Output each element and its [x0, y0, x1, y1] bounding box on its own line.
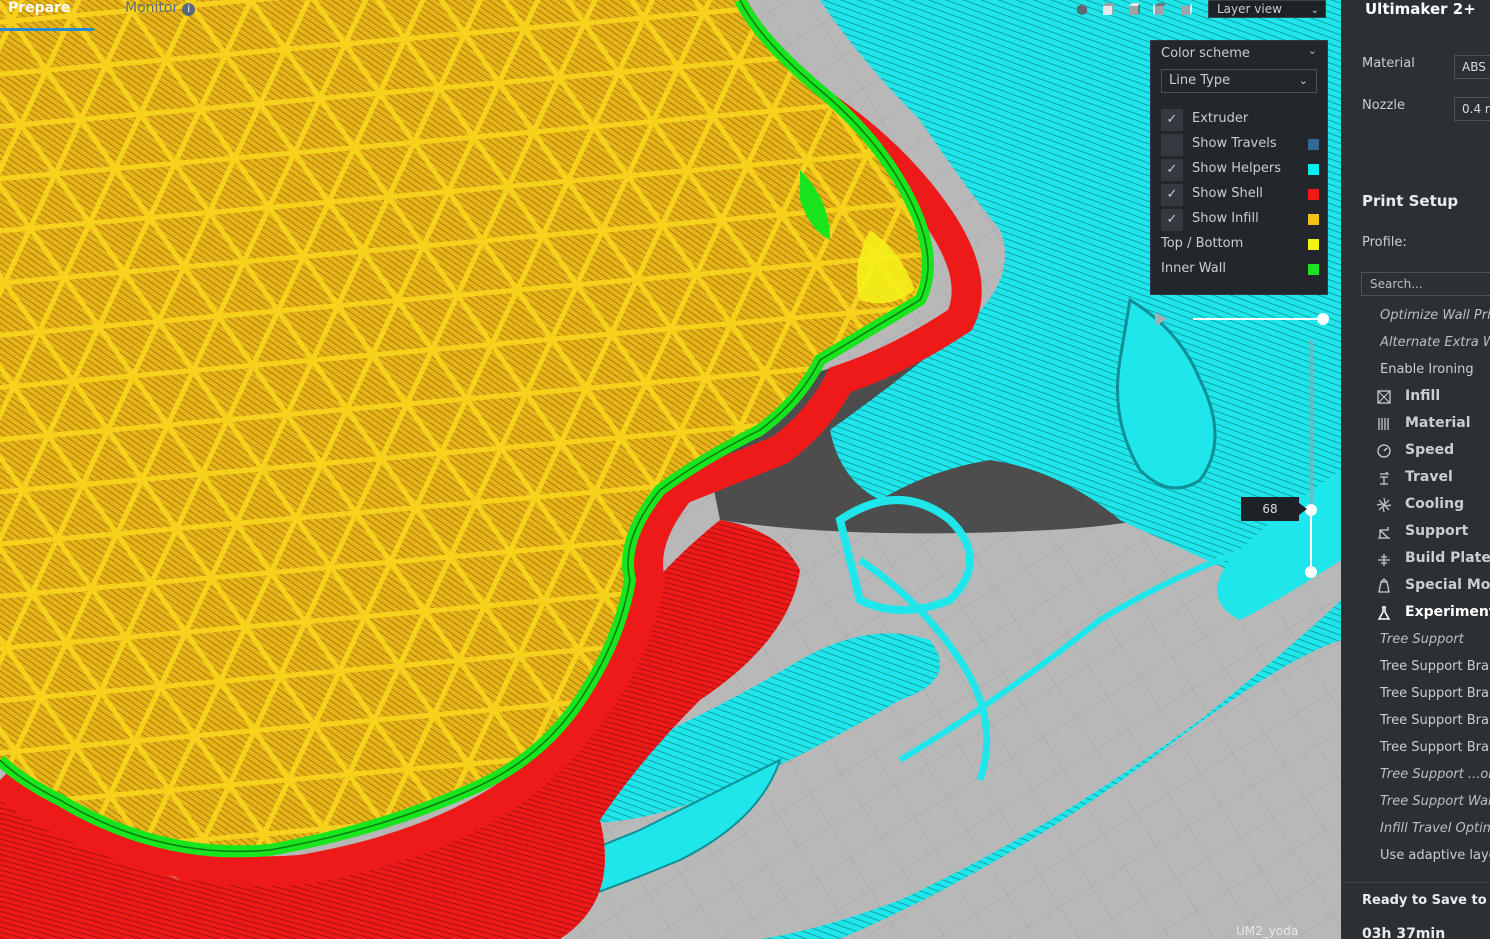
layer-render — [0, 0, 1341, 939]
nozzle-select[interactable]: 0.4 m — [1454, 97, 1490, 121]
legend-color-swatch — [1308, 239, 1319, 250]
legend-checkbox[interactable]: ✓ — [1161, 184, 1183, 206]
speed-icon — [1376, 443, 1392, 459]
settings-search-input[interactable]: Search... — [1361, 272, 1490, 296]
view-toolbar — [1073, 0, 1195, 18]
chevron-down-icon: ⌄ — [1298, 74, 1308, 87]
layer-slider-track[interactable] — [1309, 340, 1313, 510]
legend-label: Show Travels — [1192, 136, 1277, 151]
left-view-icon[interactable] — [1151, 0, 1169, 18]
category-label: Support — [1405, 523, 1469, 539]
object-name: UM2_yoda — [1236, 924, 1299, 938]
setting-item[interactable]: Tree Support — [1380, 632, 1464, 647]
special-modes-icon — [1376, 578, 1392, 594]
setting-item[interactable]: Infill Travel Optimiz — [1380, 821, 1490, 836]
experimental-icon — [1376, 605, 1392, 621]
legend-row[interactable]: ✓ Extruder — [1161, 109, 1319, 131]
tab-active-underline — [0, 28, 94, 31]
settings-sidebar: Ultimaker 2+ Material ABS Nozzle 0.4 m P… — [1341, 0, 1490, 939]
legend-color-swatch — [1308, 164, 1319, 175]
info-icon: i — [182, 3, 196, 16]
legend-label: Show Infill — [1192, 211, 1259, 226]
setting-item[interactable]: Tree Support Bra... — [1380, 740, 1490, 755]
legend-label: Show Shell — [1192, 186, 1263, 201]
category-label: Travel — [1405, 469, 1453, 485]
cooling-icon — [1376, 497, 1392, 513]
color-scheme-select[interactable]: Line Type ⌄ — [1161, 69, 1317, 93]
print-setup-heading: Print Setup — [1362, 192, 1459, 210]
legend-color-swatch — [1308, 264, 1319, 275]
legend-row: Top / Bottom — [1161, 234, 1319, 256]
tab-prepare[interactable]: Prepare — [8, 0, 71, 16]
path-slider-handle[interactable] — [1317, 313, 1329, 325]
print-time: 03h 37min — [1362, 926, 1446, 939]
build-plate-icon — [1376, 551, 1392, 567]
chevron-down-icon[interactable]: ⌄ — [1308, 44, 1317, 57]
setting-item[interactable]: Enable Ironing — [1380, 362, 1474, 377]
sidebar-divider — [1341, 882, 1490, 883]
material-label: Material — [1362, 56, 1415, 71]
category-label: Experimenta — [1405, 604, 1490, 620]
current-layer-input[interactable]: 68 — [1241, 497, 1307, 521]
printer-name[interactable]: Ultimaker 2+ — [1365, 0, 1476, 18]
view-mode-select[interactable]: Layer view ⌄ — [1208, 0, 1326, 18]
path-slider-track[interactable] — [1193, 318, 1323, 320]
legend-color-swatch — [1308, 214, 1319, 225]
legend-row[interactable]: Show Travels — [1161, 134, 1319, 156]
layer-viewport[interactable] — [0, 0, 1341, 939]
category-label: Special Mode — [1405, 577, 1490, 593]
color-scheme-title: Color scheme — [1161, 46, 1250, 61]
tab-monitor[interactable]: Monitor i — [125, 0, 196, 16]
legend-checkbox[interactable]: ✓ — [1161, 209, 1183, 231]
category-label: Cooling — [1405, 496, 1465, 512]
legend-checkbox[interactable] — [1161, 134, 1183, 156]
3d-view-icon[interactable] — [1073, 0, 1091, 18]
travel-icon — [1376, 470, 1392, 486]
legend-label: Top / Bottom — [1161, 236, 1244, 251]
legend-row[interactable]: ✓ Show Shell — [1161, 184, 1319, 206]
legend-row[interactable]: ✓ Show Helpers — [1161, 159, 1319, 181]
front-view-icon[interactable] — [1099, 0, 1117, 18]
nozzle-label: Nozzle — [1362, 98, 1405, 113]
tab-prepare-label: Prepare — [8, 0, 71, 16]
tab-monitor-label: Monitor — [125, 0, 179, 16]
setting-item[interactable]: Tree Support Bran — [1380, 686, 1490, 701]
material-icon — [1376, 416, 1392, 432]
category-label: Infill — [1405, 388, 1441, 404]
legend-row[interactable]: ✓ Show Infill — [1161, 209, 1319, 231]
setting-item[interactable]: Tree Support ...on R — [1380, 767, 1490, 782]
setting-item[interactable]: Optimize Wall Printi — [1380, 308, 1490, 323]
legend-color-swatch — [1308, 189, 1319, 200]
top-view-icon[interactable] — [1125, 0, 1143, 18]
save-status: Ready to Save to File — [1362, 893, 1490, 908]
setting-item[interactable]: Tree Support Bran — [1380, 659, 1490, 674]
setting-item[interactable]: Alternate Extra Wall — [1380, 335, 1490, 350]
setting-item[interactable]: Use adaptive layer — [1380, 848, 1490, 863]
layer-play-icon[interactable] — [1155, 312, 1167, 326]
right-view-icon[interactable] — [1177, 0, 1195, 18]
category-label: Speed — [1405, 442, 1455, 458]
legend-label: Inner Wall — [1161, 261, 1226, 276]
legend-checkbox[interactable]: ✓ — [1161, 109, 1183, 131]
view-mode-value: Layer view — [1217, 2, 1282, 16]
setting-item[interactable]: Tree Support Bran — [1380, 713, 1490, 728]
infill-icon — [1376, 389, 1392, 405]
color-scheme-select-value: Line Type — [1169, 73, 1231, 88]
category-label: Material — [1405, 415, 1471, 431]
setting-item[interactable]: Tree Support Wall T — [1380, 794, 1490, 809]
legend-row: Inner Wall — [1161, 259, 1319, 281]
layer-slider-range — [1310, 510, 1312, 572]
chevron-down-icon: ⌄ — [1310, 5, 1319, 16]
material-select[interactable]: ABS — [1454, 55, 1490, 79]
color-scheme-panel: Color scheme ⌄ Line Type ⌄ ✓ Extruder Show … — [1150, 40, 1328, 295]
legend-label: Extruder — [1192, 111, 1249, 126]
category-label: Build Plate Ac — [1405, 550, 1490, 566]
legend-color-swatch — [1308, 139, 1319, 150]
profile-label: Profile: — [1362, 235, 1407, 250]
legend-label: Show Helpers — [1192, 161, 1281, 176]
layer-slider-lower-handle[interactable] — [1305, 566, 1317, 578]
legend-checkbox[interactable]: ✓ — [1161, 159, 1183, 181]
support-icon — [1376, 524, 1392, 540]
